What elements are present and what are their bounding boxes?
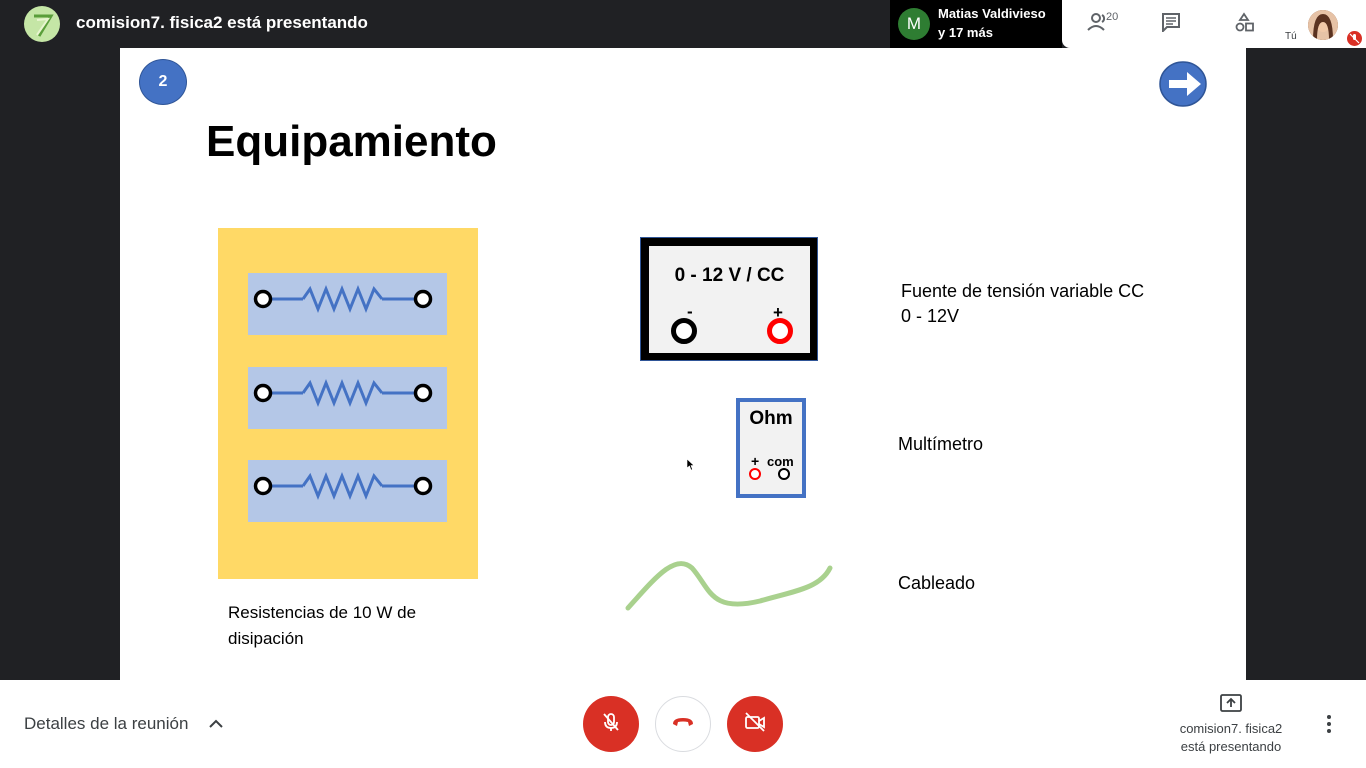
supply-desc-line1: Fuente de tensión variable CC xyxy=(901,281,1145,301)
positive-terminal xyxy=(767,318,793,344)
leave-call-button[interactable] xyxy=(655,696,711,752)
meeting-logo xyxy=(24,6,60,42)
more-icon[interactable] xyxy=(1326,714,1332,739)
presenting-status-line2: está presentando xyxy=(1180,739,1282,754)
bottom-bar: Detalles de la reunión comision7. fisica… xyxy=(0,680,1366,768)
power-supply: 0 - 12 V / CC - + xyxy=(640,237,818,361)
speaker-avatar: M xyxy=(898,8,930,40)
participants-count: 20 xyxy=(1106,11,1119,23)
meter-com-label: com xyxy=(767,454,794,469)
chat-button[interactable] xyxy=(1144,0,1198,48)
activities-button[interactable] xyxy=(1217,0,1271,48)
participants-button[interactable] xyxy=(1072,0,1126,48)
supply-description: Fuente de tensión variable CC 0 - 12V xyxy=(901,279,1144,329)
camera-toggle-button[interactable] xyxy=(727,696,783,752)
chat-icon xyxy=(1161,12,1181,37)
speaker-more: y 17 más xyxy=(938,25,993,40)
multimeter-panel: Ohm + com xyxy=(740,402,802,494)
cable-drawing xyxy=(620,553,840,623)
resistor-board xyxy=(218,228,478,579)
negative-terminal xyxy=(671,318,697,344)
presenting-title: comision7. fisica2 está presentando xyxy=(76,13,368,32)
activities-icon xyxy=(1234,11,1254,37)
mic-muted-badge xyxy=(1347,31,1362,46)
power-supply-label: 0 - 12 V / CC xyxy=(674,265,785,286)
self-avatar[interactable] xyxy=(1308,10,1338,40)
meter-com-terminal xyxy=(778,468,790,480)
resistor-caption-line2: disipación xyxy=(228,629,304,648)
presentation-slide: 2 Equipamiento Resistencias de 10 W de d… xyxy=(120,48,1246,680)
present-icon[interactable] xyxy=(1220,694,1242,717)
mic-toggle-button[interactable] xyxy=(583,696,639,752)
multimeter: Ohm + com xyxy=(736,398,806,498)
active-speaker[interactable]: M Matias Valdivieso y 17 más xyxy=(890,0,1062,48)
resistor-caption: Resistencias de 10 W de disipación xyxy=(228,600,468,652)
slide-number-badge: 2 xyxy=(139,59,187,105)
meeting-details-button[interactable]: Detalles de la reunión xyxy=(24,714,188,734)
resistor-strip xyxy=(248,367,447,429)
slide-title: Equipamiento xyxy=(206,117,497,166)
hangup-icon xyxy=(671,715,695,733)
speaker-name: Matias Valdivieso xyxy=(938,6,1046,21)
cable-description: Cableado xyxy=(898,573,976,593)
resistor-strip xyxy=(248,273,447,335)
mouse-cursor xyxy=(686,458,695,476)
mic-off-icon xyxy=(600,711,622,738)
presenting-status-line1: comision7. fisica2 xyxy=(1179,721,1283,736)
presenting-status[interactable]: comision7. fisica2 está presentando xyxy=(1168,720,1294,756)
meter-positive-terminal xyxy=(749,468,761,480)
you-label: Tú xyxy=(1285,31,1297,42)
meter-description: Multímetro xyxy=(898,434,984,454)
resistor-caption-line1: Resistencias de 10 W de xyxy=(228,603,417,622)
top-bar: comision7. fisica2 está presentando M Ma… xyxy=(0,0,1366,48)
power-supply-panel: 0 - 12 V / CC - + xyxy=(649,246,810,353)
chevron-up-icon[interactable] xyxy=(208,716,224,734)
supply-desc-line2: 0 - 12V xyxy=(901,306,960,326)
multimeter-label: Ohm xyxy=(749,408,793,429)
meter-plus-symbol: + xyxy=(751,453,760,469)
resistor-strip xyxy=(248,460,447,522)
camera-off-icon xyxy=(743,711,767,738)
next-arrow-icon xyxy=(1159,61,1207,107)
